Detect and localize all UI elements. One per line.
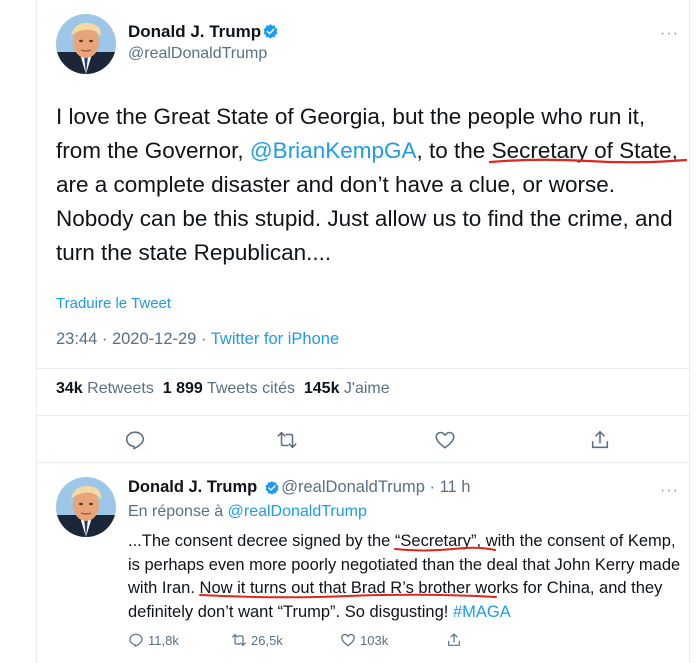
reply-count: 11,8k	[148, 632, 179, 648]
tweet-source[interactable]: Twitter for iPhone	[211, 330, 339, 348]
tweet-timestamp[interactable]: 23:44 · 2020-12-29 ·	[56, 330, 211, 348]
annotated-phrase: Now it turns out that Brad R’s brother	[198, 579, 497, 599]
like-icon	[341, 633, 355, 647]
red-underline-annotation	[198, 593, 497, 599]
reply-text-part: ...The consent decree signed by the	[128, 532, 395, 550]
like-count: 103k	[360, 632, 389, 648]
hashtag-link[interactable]: #MAGA	[453, 603, 511, 621]
author-handle[interactable]: @realDonaldTrump	[281, 478, 425, 496]
share-icon[interactable]	[589, 429, 611, 451]
tweet-text: I love the Great State of Georgia, but t…	[56, 100, 696, 270]
reply-icon	[129, 633, 143, 647]
reply-text: ...The consent decree signed by the “Sec…	[128, 530, 688, 624]
avatar[interactable]	[56, 477, 116, 537]
mention-link[interactable]: @BrianKempGA	[250, 138, 417, 163]
retweets-stat[interactable]: 34k Retweets	[56, 380, 154, 397]
tweet-meta: 23:44 · 2020-12-29 · Twitter for iPhone	[56, 330, 339, 349]
retweet-count: 26,5k	[251, 632, 283, 648]
reply-button[interactable]: 11,8k	[128, 632, 179, 648]
verified-badge-icon	[264, 480, 280, 496]
tweet-age[interactable]: · 11 h	[429, 478, 470, 496]
retweet-icon[interactable]	[276, 429, 298, 451]
annotated-phrase: “Secretary”,	[393, 532, 496, 552]
verified-badge-icon	[262, 23, 279, 40]
red-underline-annotation	[393, 546, 496, 552]
annotated-phrase: Secretary of State,	[488, 138, 687, 164]
like-button[interactable]: 103k	[340, 632, 388, 648]
author-handle[interactable]: @realDonaldTrump	[128, 45, 267, 63]
avatar[interactable]	[56, 14, 116, 74]
divider	[37, 415, 689, 416]
tweet-text-part: are a complete disaster and don’t have a…	[56, 172, 673, 265]
like-icon[interactable]	[434, 429, 456, 451]
share-icon	[448, 633, 460, 646]
mention-link[interactable]: @realDonaldTrump	[228, 503, 367, 520]
retweet-icon	[232, 634, 246, 646]
timeline-border-left	[36, 0, 37, 663]
author-name[interactable]: Donald J. Trump	[128, 22, 261, 42]
reply-icon[interactable]	[124, 429, 146, 451]
share-button[interactable]	[446, 632, 462, 648]
more-icon[interactable]: ···	[660, 25, 679, 43]
reply-to-label: En réponse à	[128, 503, 228, 520]
red-underline-annotation	[488, 158, 687, 164]
translate-link[interactable]: Traduire le Tweet	[56, 295, 171, 312]
more-icon[interactable]: ···	[660, 482, 679, 500]
tweet-stats: 34k Retweets 1 899 Tweets cités 145k J'a…	[56, 380, 390, 398]
tweet-text-part: , to the	[416, 138, 492, 163]
divider	[37, 462, 689, 463]
reply-context: En réponse à @realDonaldTrump	[128, 503, 367, 521]
retweet-button[interactable]: 26,5k	[231, 632, 283, 648]
reply-header: Donald J. Trump @realDonaldTrump · 11 h	[128, 478, 470, 497]
author-name[interactable]: Donald J. Trump	[128, 478, 257, 496]
quotes-stat[interactable]: 1 899 Tweets cités	[163, 380, 295, 397]
likes-stat[interactable]: 145k J'aime	[304, 380, 390, 397]
divider	[37, 368, 689, 369]
